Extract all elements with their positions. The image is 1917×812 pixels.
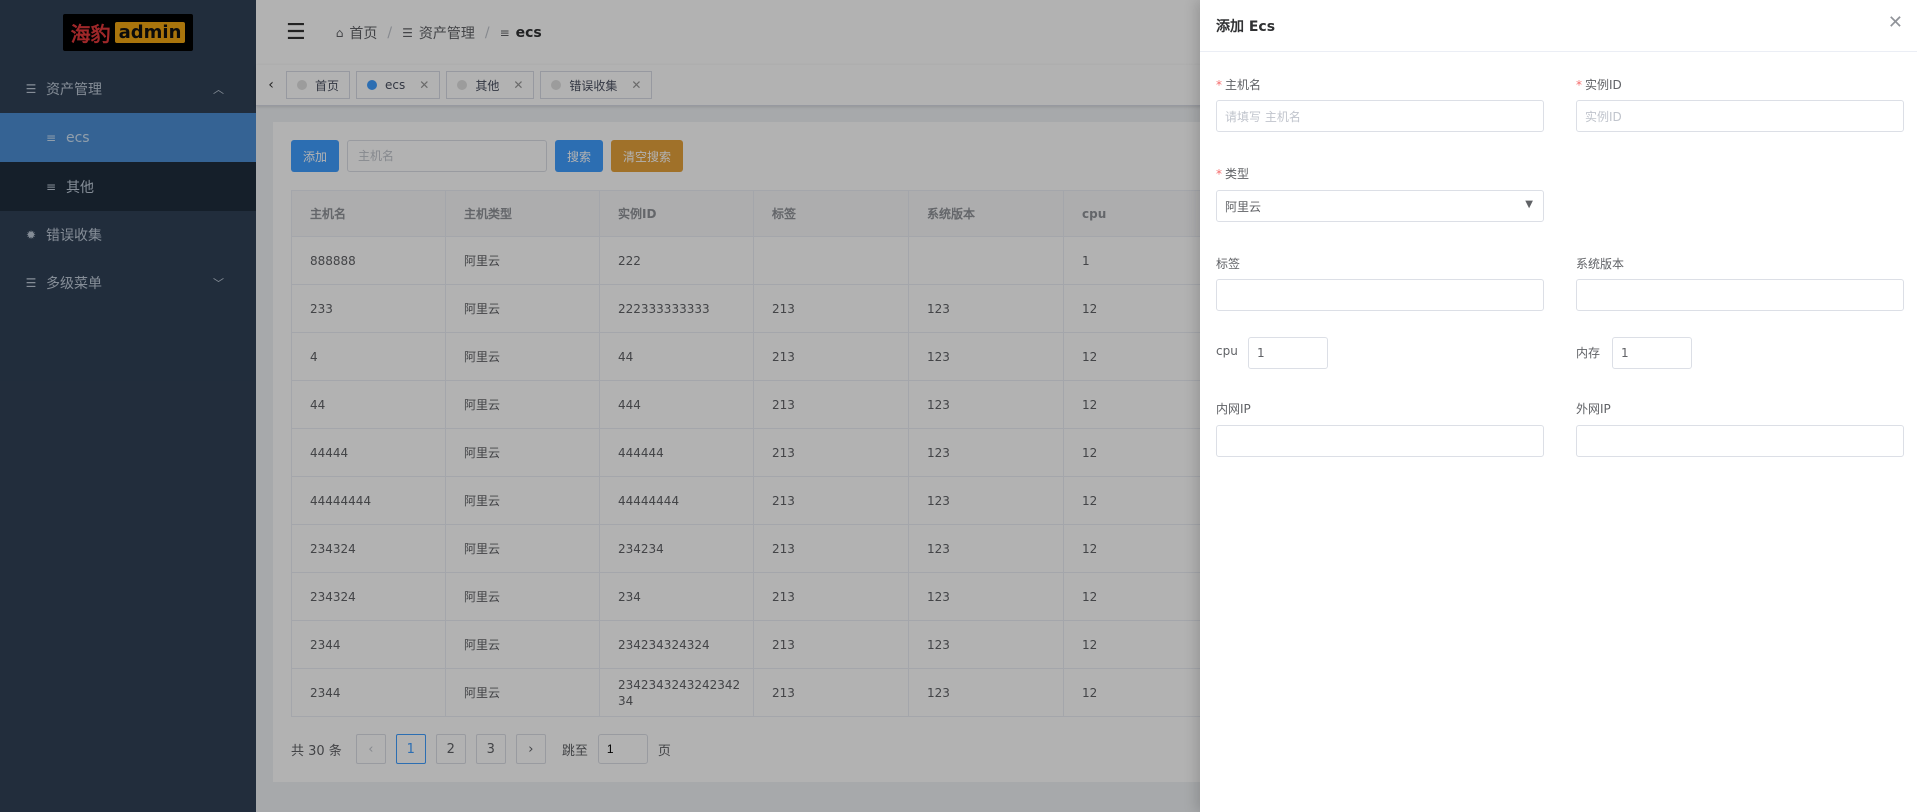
required-mark: *: [1216, 167, 1222, 181]
tag-label: 标签: [1216, 257, 1241, 271]
drawer-title: 添加 Ecs: [1216, 18, 1276, 35]
type-select-value: 阿里云: [1225, 199, 1262, 214]
hostname-label: * 主机名: [1216, 76, 1261, 93]
memory-input[interactable]: 1: [1612, 337, 1692, 369]
os-version-input[interactable]: [1576, 279, 1904, 311]
add-ecs-drawer: 添加 Ecs ✕ * 主机名 请填写 主机名 * 实例ID 实例ID * 类型 阿里云…: [1200, 0, 1917, 812]
hostname-label-text: 主机名: [1225, 78, 1262, 92]
instance-id-label-text: 实例ID: [1585, 78, 1622, 92]
cpu-label: cpu: [1216, 344, 1238, 358]
type-label: * 类型: [1216, 165, 1249, 182]
lan-ip-label: 内网IP: [1216, 402, 1251, 416]
type-select[interactable]: 阿里云 ▼: [1216, 190, 1544, 222]
tag-input[interactable]: [1216, 279, 1544, 311]
hostname-input[interactable]: 请填写 主机名: [1216, 100, 1544, 132]
wan-ip-label: 外网IP: [1576, 402, 1611, 416]
cpu-input[interactable]: 1: [1248, 337, 1328, 369]
lan-ip-input[interactable]: [1216, 425, 1544, 457]
chevron-down-icon: ▼: [1525, 199, 1533, 210]
wan-ip-input[interactable]: [1576, 425, 1904, 457]
instance-id-label: * 实例ID: [1576, 76, 1622, 93]
required-mark: *: [1216, 78, 1222, 92]
close-icon[interactable]: ✕: [1888, 12, 1903, 33]
os-version-label: 系统版本: [1576, 257, 1625, 271]
drawer-header: 添加 Ecs: [1200, 0, 1917, 52]
type-label-text: 类型: [1225, 167, 1250, 181]
instance-id-input[interactable]: 实例ID: [1576, 100, 1904, 132]
memory-label: 内存: [1576, 346, 1601, 360]
required-mark: *: [1576, 78, 1582, 92]
